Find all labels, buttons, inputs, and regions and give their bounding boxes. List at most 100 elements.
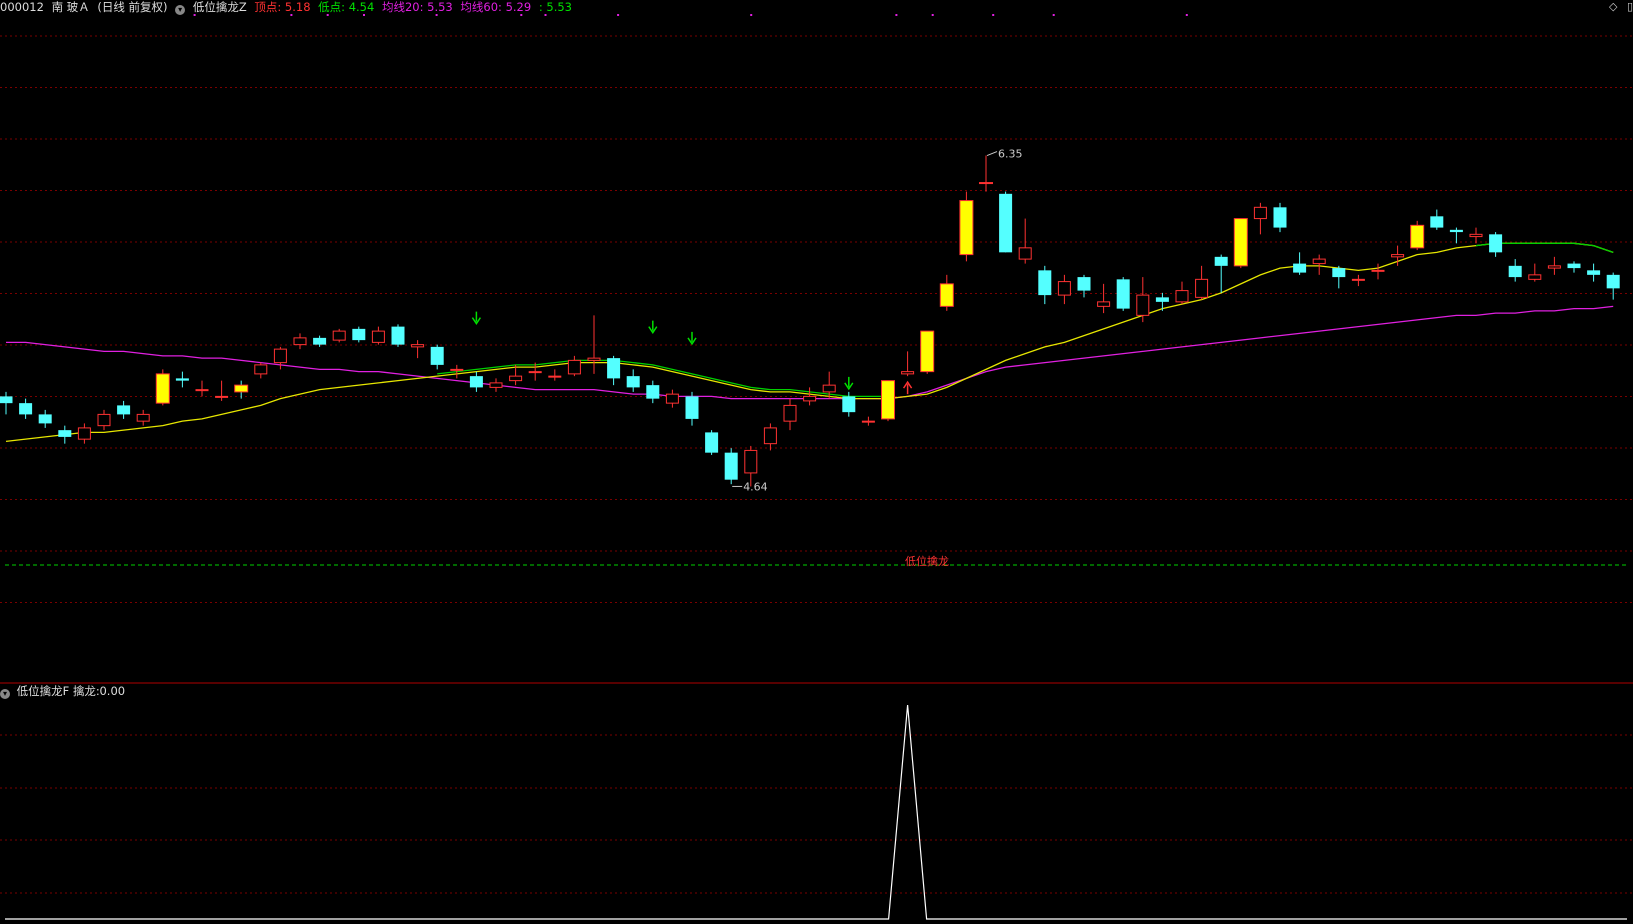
candle-body-up: [763, 427, 777, 445]
candle-body-up: [1547, 265, 1561, 269]
candle-body-up: [548, 375, 562, 378]
candle: [1097, 283, 1111, 314]
kline-chart[interactable]: 6.35 4.64 低位擒龙: [0, 0, 1633, 924]
candle-body-limit: [939, 283, 954, 307]
candle-body-up: [1018, 247, 1032, 260]
top-value: 5.18: [284, 0, 311, 14]
candle: [411, 340, 425, 359]
candle-body-up: [822, 384, 836, 393]
candle-body-up: [1371, 269, 1385, 272]
candle: [1371, 263, 1385, 280]
ma20-value: 5.53: [427, 0, 453, 14]
sub-indicator-name[interactable]: 低位擒龙F: [17, 684, 70, 698]
candle: [1116, 277, 1130, 311]
top-marker-dot: [326, 14, 329, 16]
sub-indicator-dropdown-icon[interactable]: ▾: [0, 689, 10, 699]
candle-body-down: [313, 337, 327, 345]
candle-body-up: [1057, 281, 1071, 296]
candle: [1057, 274, 1071, 305]
candle: [1175, 281, 1189, 305]
low-value: 4.54: [348, 0, 375, 14]
stock-name[interactable]: 南 玻Ａ: [52, 0, 90, 14]
top-label: 顶点:: [254, 0, 282, 14]
candle-body-down: [469, 376, 483, 388]
candle-body-down: [1038, 270, 1052, 296]
candle: [332, 328, 346, 343]
candle-body-up: [1175, 290, 1189, 303]
high-price-label: 6.35: [998, 148, 1023, 161]
candle: [979, 155, 993, 192]
candle: [665, 389, 679, 408]
candle-body-up: [1351, 278, 1365, 281]
candle-body-up: [587, 357, 601, 361]
candle: [763, 423, 777, 451]
candle-body-down: [1214, 256, 1228, 266]
candle-body-up: [509, 375, 523, 382]
candle-body-down: [626, 376, 640, 388]
candle-body-down: [607, 358, 621, 379]
candle: [1018, 218, 1032, 264]
candle-body-up: [411, 344, 425, 348]
candle-body-down: [430, 346, 444, 365]
candle-body-limit: [979, 182, 993, 185]
candle: [1449, 227, 1463, 244]
candle: [1430, 209, 1444, 230]
candle-body-up: [195, 389, 209, 392]
top-marker-dot: [750, 14, 753, 16]
top-marker-dot: [1052, 14, 1055, 16]
candle-body-up: [528, 371, 542, 374]
candle: [959, 191, 974, 262]
candle-body-down: [1273, 207, 1287, 228]
candle-body-down: [1587, 270, 1601, 275]
candle: [391, 324, 405, 347]
indicator-name[interactable]: 低位擒龙Z: [193, 0, 247, 14]
high-pointer: [986, 151, 998, 157]
candle: [1567, 261, 1581, 273]
candle: [117, 400, 131, 419]
candle-body-down: [0, 396, 13, 404]
candle-body-up: [1391, 254, 1405, 258]
main-header: 000012 南 玻Ａ (日线 前复权) ▾ 低位擒龙Z 顶点: 5.18 低点…: [0, 0, 576, 15]
candle: [783, 398, 797, 431]
candle-body-down: [117, 405, 131, 415]
candle-body-up: [215, 395, 229, 398]
candle: [38, 409, 52, 428]
candle: [705, 430, 719, 455]
candle: [685, 391, 699, 426]
candle-body-down: [19, 403, 33, 415]
candle: [175, 371, 189, 388]
candle-body-down: [1155, 297, 1169, 302]
candle: [0, 391, 13, 415]
candle: [234, 380, 249, 399]
indicator-dropdown-icon[interactable]: ▾: [175, 5, 186, 15]
candle: [901, 351, 915, 377]
candle-body-down: [1449, 229, 1463, 233]
candle-body-up: [254, 364, 268, 375]
candle-body-down: [1489, 234, 1503, 253]
candle: [1351, 274, 1365, 287]
candle: [1077, 274, 1091, 298]
diamond-icon[interactable]: ◇: [1609, 0, 1617, 13]
candle: [1312, 254, 1326, 275]
down-arrow-icon: [687, 331, 697, 346]
top-marker-dot: [992, 14, 995, 16]
candle-body-limit: [155, 373, 170, 404]
sub-header: ▾ 低位擒龙F 擒龙: 0.00: [0, 684, 125, 699]
candle: [489, 378, 503, 392]
candle-body-up: [1312, 258, 1326, 265]
candle: [1038, 265, 1052, 305]
top-marker-dot: [435, 14, 438, 16]
price-mode[interactable]: (日线 前复权): [97, 0, 167, 14]
sub-series-label: 擒龙:: [72, 684, 100, 698]
candle: [1489, 232, 1503, 257]
candle-body-down: [1077, 277, 1091, 291]
candle: [999, 191, 1013, 253]
window-icon[interactable]: ▯: [1627, 0, 1633, 13]
down-arrow-icon: [471, 311, 482, 325]
candle: [1273, 202, 1287, 233]
candle-body-up: [293, 337, 307, 346]
candle: [195, 380, 209, 397]
candle: [724, 448, 738, 485]
candle: [607, 355, 621, 386]
top-marker-dot: [520, 14, 523, 16]
